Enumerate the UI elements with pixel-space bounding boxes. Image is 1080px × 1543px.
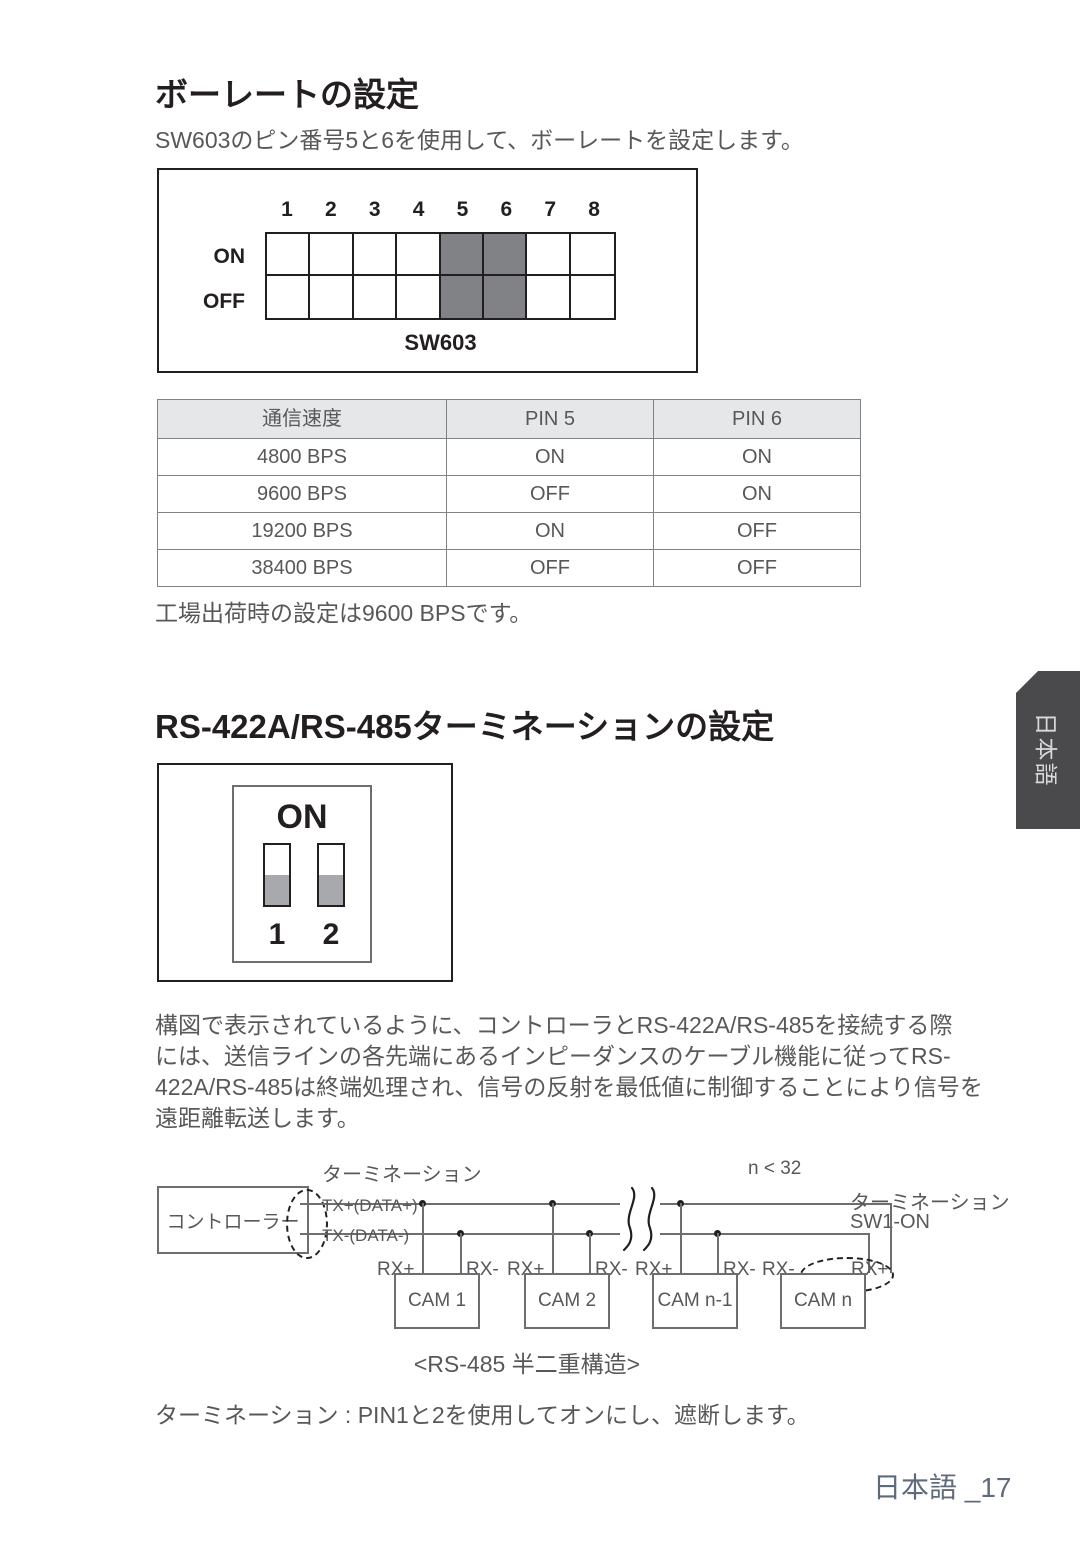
drop-line-rx-minus	[589, 1233, 591, 1273]
controller-label: コントローラー	[166, 1211, 300, 1233]
cam-node-box: CAM n-1	[652, 1273, 738, 1329]
drop-line-rx-plus	[422, 1203, 424, 1273]
termination-footnote: ターミネーション : PIN1と2を使用してオンにし、遮断します。	[155, 1402, 810, 1428]
camn-label: CAM n	[793, 1290, 853, 1311]
cam2-label: CAM 2	[537, 1290, 597, 1311]
cam-node-box: CAM 1	[394, 1273, 480, 1329]
language-side-tab: 日本語	[1016, 671, 1080, 829]
camn1-label: CAM n-1	[657, 1290, 733, 1311]
page-footer: 日本語 _17	[873, 1472, 1012, 1503]
manual-page: ボーレートの設定 SW603のピン番号5と6を使用して、ボーレートを設定します。…	[0, 0, 1080, 1543]
cam-node-box: CAM 2	[524, 1273, 610, 1329]
tx-minus-label: TX-(DATA-)	[322, 1226, 410, 1245]
rs485-wiring-diagram: コントローラー TX+(DATA+) TX-(DATA-) ターミネーション n…	[0, 0, 1080, 1543]
drop-line-rx-plus-end	[890, 1203, 892, 1273]
bus-line-tx-minus-right	[660, 1233, 870, 1235]
left-termination-label: ターミネーション	[322, 1164, 482, 1186]
cam-node-box: CAM n	[780, 1273, 866, 1329]
wiring-diagram-caption: <RS-485 半二重構造>	[413, 1351, 641, 1377]
drop-line-rx-plus	[552, 1203, 554, 1273]
drop-line-rx-plus	[680, 1203, 682, 1273]
drop-line-rx-minus	[460, 1233, 462, 1273]
cam1-label: CAM 1	[407, 1290, 467, 1311]
bus-break-symbol-icon	[622, 1186, 656, 1252]
node-limit-label: n < 32	[748, 1158, 802, 1179]
language-side-tab-label: 日本語	[1033, 712, 1059, 788]
tx-plus-label: TX+(DATA+)	[322, 1196, 418, 1215]
drop-line-rx-minus	[717, 1233, 719, 1273]
